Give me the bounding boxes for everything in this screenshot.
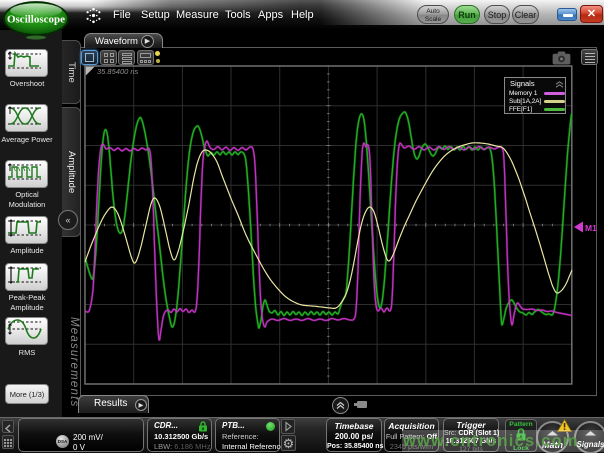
svg-text:Oscilloscope: Oscilloscope (7, 14, 65, 26)
svg-text:M1: M1 (585, 223, 597, 233)
svg-text:35.85400 ns: 35.85400 ns (97, 67, 139, 76)
